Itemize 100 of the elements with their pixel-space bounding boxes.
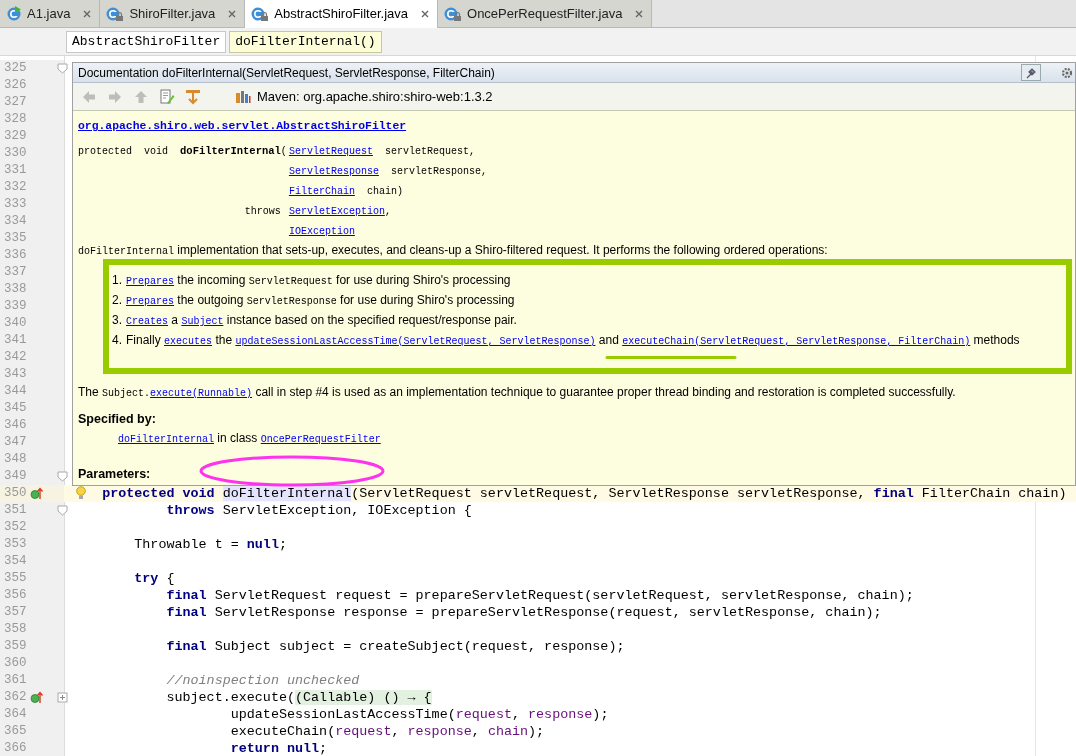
line-number: 339 — [3, 298, 28, 316]
doc-link[interactable]: executes — [164, 336, 213, 347]
description-text: doFilterInternal implementation that sets-up, executes, and cleans-up a Shiro-filtered request. It performs the following ordered operations: — [78, 243, 828, 259]
doc-link[interactable]: execute(Runnable) — [150, 388, 253, 399]
signature-text: ServletResponse servletResponse, — [288, 165, 487, 177]
editor-tab[interactable]: AbstractShiroFilter.java — [245, 0, 439, 28]
arrow-to-bar-icon — [185, 88, 201, 105]
specified-by-text: doFilterInternal in class OncePerRequestFilter — [118, 430, 381, 447]
code-line: return null; — [229, 740, 328, 756]
line-number: 345 — [3, 400, 28, 418]
popup-title: Documentation doFilterInternal(ServletRequest, ServletResponse, FilterChain) — [78, 64, 496, 82]
signature-text: ServletRequest servletRequest, — [288, 145, 475, 157]
line-number: 366 — [3, 740, 28, 756]
edit-document-icon — [159, 88, 175, 105]
code-line: Throwable t = null; — [133, 536, 287, 553]
doc-link[interactable]: Subject — [181, 316, 224, 327]
line-number: 344 — [3, 383, 28, 401]
editor-tab[interactable]: OncePerRequestFilter.java — [438, 0, 653, 27]
list-item-text: Prepares the incoming ServletRequest for use during Shiro's processing — [126, 272, 511, 289]
line-number: 331 — [3, 162, 28, 180]
code-line: throws ServletException, IOException { — [165, 502, 472, 519]
line-number: 364 — [3, 706, 28, 724]
list-number: 4. — [112, 332, 122, 349]
line-number: 325 — [3, 60, 28, 78]
line-number: 362 — [3, 689, 28, 707]
line-number: 340 — [3, 315, 28, 333]
code-line: //noinspection unchecked — [165, 672, 360, 689]
list-number: 2. — [112, 292, 122, 309]
line-number: 350 — [3, 485, 28, 503]
doc-link[interactable]: Prepares — [126, 296, 175, 307]
up-arrow-icon — [133, 88, 149, 105]
line-number: 342 — [3, 349, 28, 367]
line-number: 337 — [3, 264, 28, 282]
class-run-icon — [6, 5, 22, 22]
fold-icon — [57, 63, 68, 74]
code-line: try { — [133, 570, 175, 587]
fold-icon — [57, 471, 68, 482]
list-number: 1. — [112, 272, 122, 289]
line-number: 330 — [3, 145, 28, 163]
line-number: 338 — [3, 281, 28, 299]
library-icon — [235, 89, 251, 104]
line-number: 358 — [3, 621, 28, 639]
doc-link[interactable]: ServletRequest — [288, 146, 373, 157]
editor-tab[interactable]: A1.java — [0, 0, 101, 27]
line-number: 351 — [3, 502, 28, 520]
line-number: 359 — [3, 638, 28, 656]
editor-tab[interactable]: ShiroFilter.java — [100, 0, 246, 27]
doc-link[interactable]: Prepares — [126, 276, 175, 287]
line-number: 333 — [3, 196, 28, 214]
signature-text: FilterChain chain) — [288, 185, 403, 197]
doc-link[interactable]: executeChain(ServletRequest, ServletResponse, FilterChain) — [622, 336, 971, 347]
section-heading: Parameters: — [78, 466, 151, 483]
line-number: 356 — [3, 587, 28, 605]
class-lock-icon — [106, 5, 125, 22]
pin-button[interactable] — [1021, 64, 1041, 81]
line-number: 336 — [3, 247, 28, 265]
settings-icon[interactable] — [1061, 66, 1073, 79]
list-number: 3. — [112, 312, 122, 329]
code-line: final Subject subject = createSubject(request, response); — [165, 638, 625, 655]
signature-text: ServletException, — [288, 205, 391, 217]
list-item-text: Prepares the outgoing ServletResponse for use during Shiro's processing — [126, 292, 515, 309]
fold-icon — [57, 505, 68, 516]
line-number: 353 — [3, 536, 28, 554]
doc-link[interactable]: doFilterInternal — [118, 434, 214, 445]
line-number: 346 — [3, 417, 28, 435]
doc-link[interactable]: OncePerRequestFilter — [260, 434, 381, 445]
line-number: 328 — [3, 111, 28, 129]
circle-arrow-icon — [30, 691, 44, 704]
note-text: The Subject.execute(Runnable) call in step #4 is used as an implementation technique to guarantee proper thread binding and restoration is completed successfully. — [78, 384, 956, 401]
code-line: executeChain(request, response, chain); — [229, 723, 545, 740]
doc-link[interactable]: FilterChain — [288, 186, 355, 197]
line-number: 332 — [3, 179, 28, 197]
doc-link[interactable]: IOException — [288, 226, 355, 237]
right-arrow-icon — [107, 88, 123, 105]
class-link[interactable]: org.apache.shiro.web.servlet.AbstractShiroFilter — [78, 117, 407, 136]
code-line: final ServletResponse response = prepareServletResponse(request, servletResponse, chain); — [165, 604, 882, 621]
edit-document-button[interactable] — [157, 86, 177, 107]
line-number: 335 — [3, 230, 28, 248]
breadcrumb[interactable]: AbstractShiroFilter — [66, 30, 227, 53]
line-number: 354 — [3, 553, 28, 571]
class-lock-icon — [444, 5, 463, 22]
code-line: subject.execute((Callable) () → { — [165, 689, 432, 706]
doc-link[interactable]: ServletException — [288, 206, 385, 217]
doc-link[interactable]: updateSessionLastAccessTime(ServletRequest, ServletResponse) — [235, 336, 596, 347]
line-number: 360 — [3, 655, 28, 673]
fold-icon — [57, 692, 68, 703]
code-line: protected void doFilterInternal(ServletRequest servletRequest, ServletResponse servletResponse, final FilterChain chain) — [101, 485, 1067, 502]
line-number: 355 — [3, 570, 28, 588]
doc-link[interactable]: ServletResponse — [288, 166, 379, 177]
line-number: 361 — [3, 672, 28, 690]
signature-text: protected void doFilterInternal( — [78, 144, 287, 157]
line-number: 327 — [3, 94, 28, 112]
code-line: updateSessionLastAccessTime(request, response); — [229, 706, 609, 723]
line-number: 343 — [3, 366, 28, 384]
breadcrumb[interactable]: doFilterInternal() — [229, 30, 382, 53]
doc-link[interactable]: Creates — [126, 316, 169, 327]
circle-arrow-icon — [30, 487, 44, 500]
line-number: 352 — [3, 519, 28, 537]
line-number: 365 — [3, 723, 28, 741]
code-line: final ServletRequest request = prepareServletRequest(servletRequest, servletResponse, chain); — [165, 587, 914, 604]
